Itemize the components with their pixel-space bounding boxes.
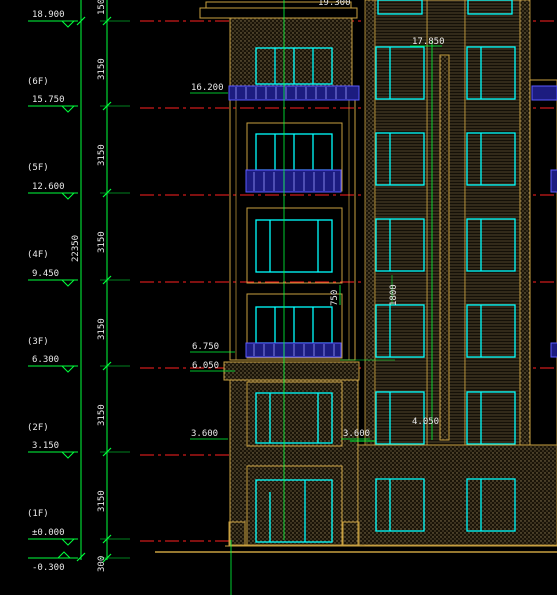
level-floor-6: (1F) <box>27 509 49 519</box>
level-markers: 18.900 (6F) 15.750 (5F) 12.600 (4F) 9.45… <box>27 10 78 573</box>
storey-dim-2: 3150 <box>97 231 107 253</box>
level-marker-6: (1F) ±0.000 <box>27 509 78 546</box>
storey-dim-6: 300 <box>97 556 107 572</box>
level-marker-5: (2F) 3.150 <box>27 423 78 459</box>
storey-dim-5: 3150 <box>97 490 107 512</box>
facade-label-9: 1800 <box>389 284 399 306</box>
level-elev-3: 9.450 <box>32 269 59 279</box>
cad-elevation-drawing: 18.900 (6F) 15.750 (5F) 12.600 (4F) 9.45… <box>27 0 557 595</box>
top-dimension: 1500 <box>97 0 107 15</box>
level-floor-3: (4F) <box>27 250 49 260</box>
level-marker-7: -0.300 <box>28 551 78 573</box>
level-floor-2: (5F) <box>27 163 49 173</box>
level-elev-6: ±0.000 <box>32 528 65 538</box>
total-dimension: 22350 <box>71 235 81 262</box>
level-elev-0: 18.900 <box>32 10 65 20</box>
level-marker-1: (6F) 15.750 <box>27 77 78 113</box>
storey-dim-3: 3150 <box>97 318 107 340</box>
facade-label-7: 4.050 <box>412 417 439 427</box>
facade-label-1: 17.850 <box>412 37 445 47</box>
level-elev-1: 15.750 <box>32 95 65 105</box>
facade-label-5: 3.600 <box>191 429 218 439</box>
level-floor-4: (3F) <box>27 337 49 347</box>
facade-label-0: 19.300 <box>318 0 351 8</box>
level-elev-5: 3.150 <box>32 441 59 451</box>
facade-label-3: 6.750 <box>192 342 219 352</box>
level-floor-5: (2F) <box>27 423 49 433</box>
facade-label-4: 6.050 <box>192 361 219 371</box>
level-elev-4: 6.300 <box>32 355 59 365</box>
level-marker-0: 18.900 <box>28 10 78 28</box>
facade-label-2: 16.200 <box>191 83 224 93</box>
storey-dim-4: 3150 <box>97 404 107 426</box>
facade-label-8: 750 <box>330 290 340 306</box>
level-floor-1: (6F) <box>27 77 49 87</box>
level-elev-2: 12.600 <box>32 182 65 192</box>
level-marker-4: (3F) 6.300 <box>27 337 78 373</box>
storey-dim-1: 3150 <box>97 144 107 166</box>
level-marker-2: (5F) 12.600 <box>27 163 78 200</box>
dimension-chains: 22350 1500 3150 3150 3150 3150 3150 3150… <box>71 0 130 572</box>
storey-dim-0: 3150 <box>97 58 107 80</box>
facade-label-6: 3.600 <box>343 429 370 439</box>
level-elev-7: -0.300 <box>32 563 65 573</box>
